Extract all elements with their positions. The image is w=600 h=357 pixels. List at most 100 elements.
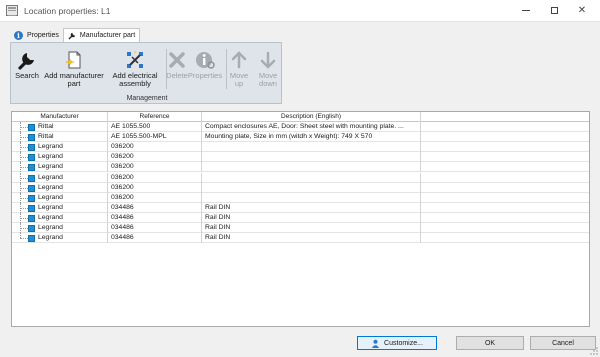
window-title: Location properties: L1 xyxy=(24,6,111,16)
cell-empty xyxy=(421,152,589,162)
delete-button[interactable]: Delete xyxy=(165,45,189,93)
manufacturer-parts-table[interactable]: Manufacturer Reference Description (Engl… xyxy=(11,111,590,327)
add-document-icon xyxy=(66,51,81,69)
cell-description xyxy=(202,182,421,193)
ok-label: OK xyxy=(484,339,496,347)
cell-reference: 034486 xyxy=(108,223,202,233)
maximize-icon xyxy=(550,6,558,14)
delete-label: Delete xyxy=(166,71,188,80)
cell-empty xyxy=(421,193,589,203)
cell-manufacturer: Legrand xyxy=(12,202,108,213)
cell-description: Rail DIN xyxy=(202,223,421,233)
add-electrical-assembly-button[interactable]: Add electrical assembly xyxy=(105,45,165,93)
cell-manufacturer: Legrand xyxy=(12,142,108,153)
tab-manufacturer-part[interactable]: Manufacturer part xyxy=(62,28,141,42)
cell-description xyxy=(202,152,421,163)
maximize-button[interactable] xyxy=(540,0,568,20)
cell-manufacturer: Legrand xyxy=(12,162,108,173)
cell-manufacturer: Legrand xyxy=(12,172,108,183)
cell-reference: 036200 xyxy=(108,192,202,203)
cell-manufacturer: Rittal xyxy=(12,132,108,143)
cell-reference: 034486 xyxy=(108,202,202,213)
cell-empty xyxy=(421,213,589,223)
cell-empty xyxy=(421,233,589,243)
tab-properties-label: Properties xyxy=(27,31,59,39)
move-up-button[interactable]: Move up xyxy=(227,45,251,93)
cell-reference: 034486 xyxy=(108,212,202,223)
cell-description xyxy=(202,172,421,183)
table-row[interactable]: Legrand 034486 Rail DIN xyxy=(12,202,589,213)
cell-description: Compact enclosures AE, Door: Sheet steel… xyxy=(202,122,421,132)
cell-reference: 036200 xyxy=(108,182,202,193)
resize-grip-icon[interactable] xyxy=(590,347,598,355)
ribbon-group-label: Management xyxy=(126,95,168,102)
cell-empty xyxy=(421,122,589,132)
cell-manufacturer: Legrand xyxy=(12,233,108,244)
cell-description xyxy=(202,142,421,153)
cell-reference: 036200 xyxy=(108,172,202,183)
cell-description xyxy=(202,162,421,173)
cell-manufacturer: Legrand xyxy=(12,182,108,193)
table-row[interactable]: Legrand 034486 Rail DIN xyxy=(12,223,589,234)
cell-manufacturer: Legrand xyxy=(12,212,108,223)
close-button[interactable]: ✕ xyxy=(568,0,596,20)
cell-empty xyxy=(421,183,589,193)
cell-manufacturer: Legrand xyxy=(12,223,108,233)
table-row[interactable]: Legrand 034486 Rail DIN xyxy=(12,212,589,223)
move-down-button[interactable]: Move down xyxy=(255,45,281,93)
customize-button[interactable]: Customize... xyxy=(357,336,437,350)
arrow-down-icon xyxy=(260,51,276,69)
search-button[interactable]: Search xyxy=(14,45,40,93)
cell-reference: AE 1055.500 xyxy=(108,122,202,132)
add-manufacturer-part-label-2: part xyxy=(67,79,81,88)
cell-description xyxy=(202,192,421,203)
user-icon xyxy=(371,339,380,348)
ok-button[interactable]: OK xyxy=(456,336,524,350)
cancel-label: Cancel xyxy=(552,339,574,347)
assembly-icon xyxy=(127,51,143,68)
table-row[interactable]: Legrand 036200 xyxy=(12,182,589,193)
table-row[interactable]: Legrand 036200 xyxy=(12,192,589,203)
table-row[interactable]: Legrand 036200 xyxy=(12,172,589,183)
cell-description: Rail DIN xyxy=(202,212,421,223)
cell-empty xyxy=(421,223,589,233)
close-icon: ✕ xyxy=(577,4,587,16)
info-icon: i xyxy=(14,30,23,40)
cell-reference: AE 1055.500-MPL xyxy=(108,132,202,143)
table-row[interactable]: Legrand 036200 xyxy=(12,142,589,153)
wrench-icon xyxy=(68,32,76,40)
cell-manufacturer: Legrand xyxy=(12,192,108,203)
cell-description: Mounting plate, Size in mm (witdh x Weig… xyxy=(202,132,421,143)
wrench-icon xyxy=(18,53,34,70)
add-manufacturer-part-button[interactable]: Add manufacturer part xyxy=(41,45,107,93)
delete-icon xyxy=(169,52,185,68)
title-bar: Location properties: L1 ✕ xyxy=(0,0,600,22)
cell-reference: 036200 xyxy=(108,142,202,153)
column-header-manufacturer[interactable]: Manufacturer xyxy=(12,112,108,122)
properties-label: Properties xyxy=(187,71,223,80)
table-row[interactable]: Legrand 036200 xyxy=(12,152,589,163)
window-icon xyxy=(6,5,18,16)
column-header-description[interactable]: Description (English) xyxy=(202,112,421,122)
tab-properties[interactable]: i Properties xyxy=(10,28,63,42)
cell-description: Rail DIN xyxy=(202,202,421,213)
table-row[interactable]: Rittal AE 1055.500-MPL Mounting plate, Siz… xyxy=(12,132,589,143)
table-row[interactable]: Legrand 034486 Rail DIN xyxy=(12,233,589,244)
cell-manufacturer: Rittal xyxy=(12,122,108,132)
cell-manufacturer: Legrand xyxy=(12,152,108,163)
table-row[interactable]: Legrand 036200 xyxy=(12,162,589,173)
arrow-up-icon xyxy=(231,51,247,69)
table-row[interactable]: Rittal AE 1055.500 Compact enclosures AE, … xyxy=(12,122,589,133)
column-header-reference[interactable]: Reference xyxy=(108,112,202,122)
cancel-button[interactable]: Cancel xyxy=(530,336,596,350)
tab-strip: i Properties Manufacturer part xyxy=(10,28,141,42)
properties-icon xyxy=(196,52,215,69)
cell-reference: 036200 xyxy=(108,152,202,163)
cell-empty xyxy=(421,203,589,213)
minimize-button[interactable] xyxy=(512,0,540,20)
ribbon-management: Search Add manufacturer part Add electri… xyxy=(10,42,282,104)
properties-button[interactable]: Properties xyxy=(188,45,222,93)
cell-empty xyxy=(421,132,589,142)
minimize-icon xyxy=(522,9,530,11)
move-down-label-2: down xyxy=(259,79,277,88)
